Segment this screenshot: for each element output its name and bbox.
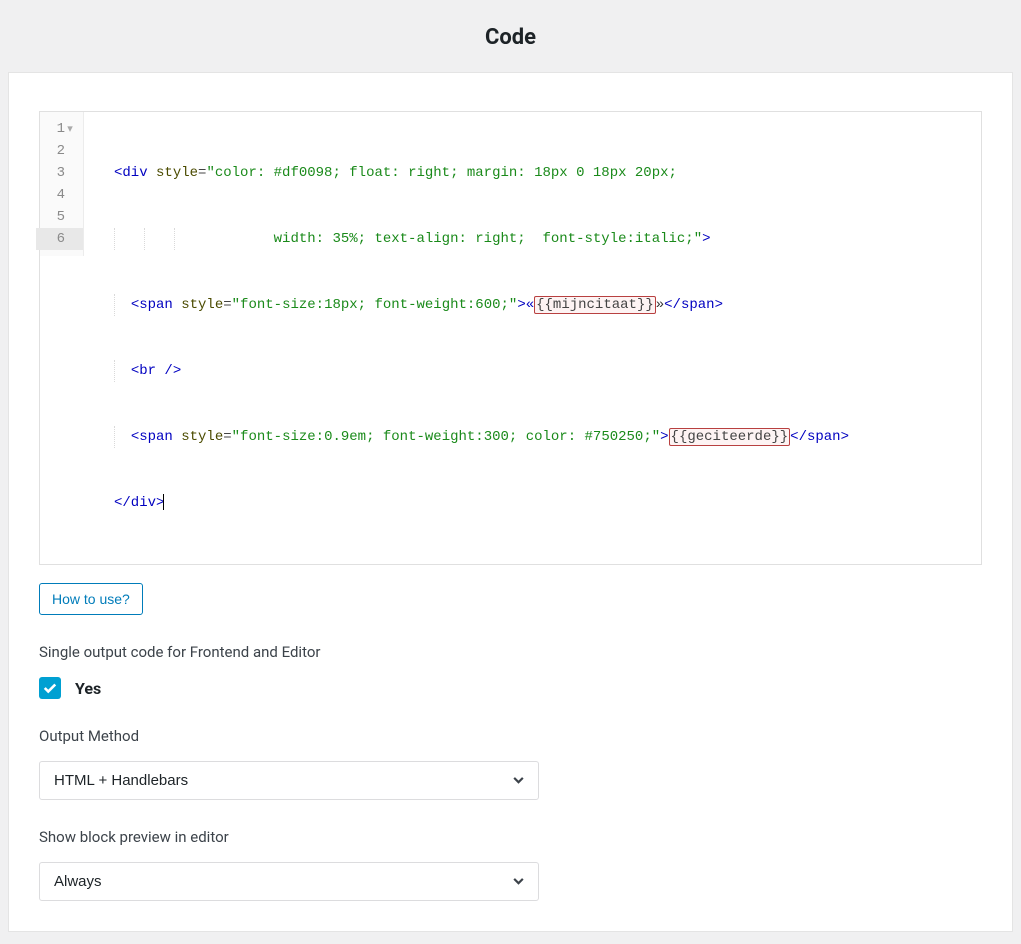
line-number: 3 bbox=[40, 162, 75, 184]
fold-icon[interactable]: ▾ bbox=[65, 119, 75, 141]
checkbox-label: Yes bbox=[75, 679, 101, 698]
page-title: Code bbox=[8, 25, 1013, 50]
single-output-checkbox[interactable] bbox=[39, 677, 61, 699]
handlebars-var: {{mijncitaat}} bbox=[534, 296, 656, 314]
output-method-label: Output Method bbox=[39, 727, 982, 745]
how-to-use-button[interactable]: How to use? bbox=[39, 583, 143, 615]
preview-label: Show block preview in editor bbox=[39, 828, 982, 846]
settings-panel: 1▾ 2 3 4 5 6 <div style="color: #df0098;… bbox=[8, 72, 1013, 932]
line-number: 1▾ bbox=[40, 118, 75, 140]
line-number: 4 bbox=[40, 184, 75, 206]
single-output-label: Single output code for Frontend and Edit… bbox=[39, 643, 982, 661]
line-number: 5 bbox=[40, 206, 75, 228]
text-cursor bbox=[163, 494, 164, 510]
preview-select[interactable]: Always bbox=[39, 862, 539, 901]
editor-gutter: 1▾ 2 3 4 5 6 bbox=[40, 112, 84, 256]
line-number: 6 bbox=[36, 228, 83, 250]
handlebars-var: {{geciteerde}} bbox=[669, 428, 791, 446]
code-editor[interactable]: 1▾ 2 3 4 5 6 <div style="color: #df0098;… bbox=[39, 111, 982, 565]
line-number: 2 bbox=[40, 140, 75, 162]
output-method-select[interactable]: HTML + Handlebars bbox=[39, 761, 539, 800]
check-icon bbox=[43, 681, 57, 695]
code-content[interactable]: <div style="color: #df0098; float: right… bbox=[84, 112, 981, 564]
